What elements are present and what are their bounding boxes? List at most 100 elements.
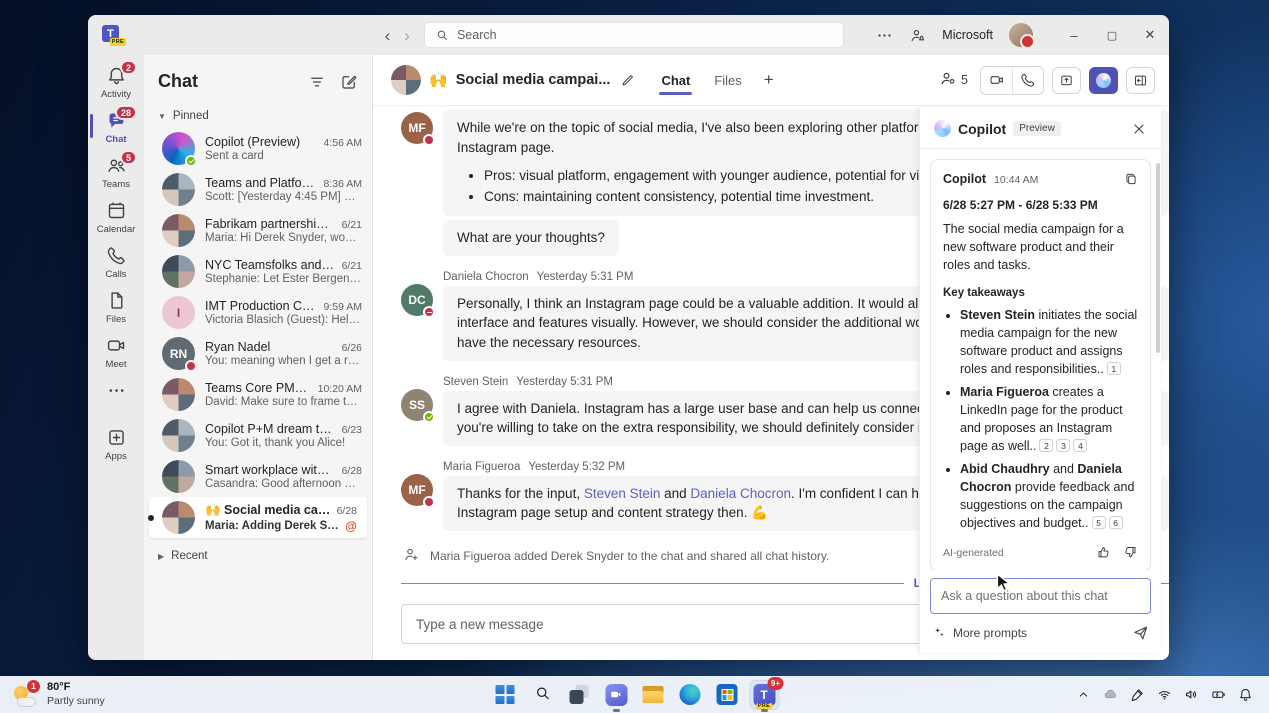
chat-group-avatar[interactable] — [391, 65, 421, 95]
chat-item-title: Teams and Platform ... — [205, 176, 317, 190]
chat-list-item[interactable]: 🙌 Social media camp... 6/28 Maria: Addin… — [149, 497, 367, 538]
volume-icon[interactable] — [1183, 687, 1199, 703]
battery-icon[interactable] — [1210, 687, 1226, 703]
chat-list-item[interactable]: Smart workplace with Te... 6/28 Casandra… — [144, 456, 372, 497]
rail-item-teams[interactable]: 5 Teams — [90, 149, 142, 194]
pen-icon[interactable] — [1129, 687, 1145, 703]
copilot-question-input[interactable] — [930, 578, 1151, 614]
recent-section-header[interactable]: ▶ Recent — [144, 538, 372, 568]
members-button[interactable]: 5 — [939, 69, 968, 91]
chat-list-item[interactable]: Copilot (Preview) 4:56 AM Sent a card — [144, 128, 372, 169]
search-input[interactable]: Search — [424, 22, 844, 48]
rail-item-meet[interactable]: Meet — [90, 329, 142, 374]
pinned-section-header[interactable]: ▼ Pinned — [144, 102, 372, 128]
share-screen-button[interactable] — [1052, 67, 1081, 94]
mention-link[interactable]: Steven Stein — [584, 486, 661, 501]
message-author: Daniela Chocron — [443, 271, 529, 283]
weather-widget[interactable]: 1 80°F Partly sunny — [0, 681, 117, 708]
citation-chip[interactable]: 1 — [1107, 362, 1121, 375]
avatar: DC — [401, 284, 433, 316]
presence-busy-icon — [185, 360, 197, 372]
chat-list-item[interactable]: RN Ryan Nadel 6/26 You: meaning when I g… — [144, 333, 372, 374]
mention-link[interactable]: Daniela Chocron — [690, 486, 791, 501]
person-add-icon — [403, 546, 420, 566]
open-panel-button[interactable] — [1126, 67, 1155, 94]
taskbar-teams-work-button[interactable]: TPRE 9+ — [750, 681, 778, 709]
taskbar-file-explorer-button[interactable] — [639, 681, 667, 709]
rail-item-chat[interactable]: 28 Chat — [90, 104, 142, 149]
send-icon[interactable] — [1132, 624, 1149, 641]
chat-list-item[interactable]: Teams Core PMM te... 10:20 AM David: Mak… — [144, 374, 372, 415]
tab-chat[interactable]: Chat — [659, 58, 692, 103]
copilot-title: Copilot — [958, 121, 1006, 137]
chat-item-preview: You: Got it, thank you Alice! — [205, 437, 362, 449]
wifi-icon[interactable] — [1156, 687, 1172, 703]
close-button[interactable]: ✕ — [1131, 15, 1169, 55]
notification-badge: 9+ — [768, 677, 783, 690]
rail-item-more[interactable] — [90, 374, 142, 405]
forward-arrow-icon[interactable]: › — [404, 27, 410, 44]
chat-item-time: 9:59 AM — [323, 301, 362, 313]
bell-icon[interactable] — [1237, 687, 1253, 703]
takeaway-item: Steven Stein initiates the social media … — [960, 307, 1138, 378]
video-call-button[interactable] — [981, 67, 1012, 94]
message-author: Steven Stein — [443, 376, 508, 388]
taskbar-teams-chat-button[interactable] — [602, 681, 630, 709]
close-icon[interactable] — [1131, 121, 1147, 137]
rail-item-calls[interactable]: Calls — [90, 239, 142, 284]
weather-icon: 1 — [12, 682, 40, 708]
rail-item-apps[interactable]: Apps — [90, 421, 142, 466]
chat-list-item[interactable]: Copilot P+M dream team 6/23 You: Got it,… — [144, 415, 372, 456]
takeaways-title: Key takeaways — [943, 287, 1138, 299]
onedrive-icon[interactable] — [1102, 687, 1118, 703]
chat-list-panel: Chat ▼ Pinned Copilot (Preview) — [144, 55, 373, 660]
pencil-icon[interactable] — [620, 73, 635, 88]
copilot-content: Copilot 10:44 AM 6/28 5:27 PM - 6/28 5:3… — [920, 149, 1161, 570]
taskbar-start-button[interactable] — [491, 681, 519, 709]
unread-badge: 28 — [115, 105, 137, 120]
citation-chip[interactable]: 4 — [1073, 439, 1087, 452]
chat-list-item[interactable]: Teams and Platform ... 8:36 AM Scott: [Y… — [144, 169, 372, 210]
taskbar-task-view-button[interactable] — [565, 681, 593, 709]
rail-item-activity[interactable]: 2 Activity — [90, 59, 142, 104]
copy-icon[interactable] — [1124, 172, 1138, 186]
new-chat-icon[interactable] — [340, 73, 358, 91]
person-bell-icon[interactable] — [909, 27, 926, 44]
titlebar-more-icon[interactable] — [876, 27, 893, 44]
chat-item-time: 6/23 — [342, 424, 362, 436]
citation-chip[interactable]: 2 — [1039, 439, 1053, 452]
more-prompts-button[interactable]: More prompts — [953, 626, 1126, 640]
rail-item-files[interactable]: Files — [90, 284, 142, 329]
back-arrow-icon[interactable]: ‹ — [385, 27, 391, 44]
rail-item-label: Files — [106, 314, 126, 325]
citation-chip[interactable]: 5 — [1092, 516, 1106, 529]
avatar: MF — [401, 112, 433, 144]
chat-item-time: 8:36 AM — [323, 178, 362, 190]
chat-list-item[interactable]: Fabrikam partnership co... 6/21 Maria: H… — [144, 210, 372, 251]
citation-chip[interactable]: 3 — [1056, 439, 1070, 452]
user-avatar[interactable] — [1009, 23, 1033, 47]
file-explorer-icon — [643, 686, 664, 703]
thumb-down-icon[interactable] — [1123, 545, 1138, 560]
maximize-button[interactable]: ▢ — [1093, 15, 1131, 55]
chevron-up-icon[interactable] — [1075, 687, 1091, 703]
message-time: Yesterday 5:31 PM — [516, 376, 613, 388]
tab-files[interactable]: Files — [712, 58, 743, 103]
teams-chat-icon — [605, 684, 627, 706]
taskbar-store-button[interactable] — [713, 681, 741, 709]
summary-date-range: 6/28 5:27 PM - 6/28 5:33 PM — [943, 198, 1138, 212]
taskbar-search-button[interactable] — [528, 681, 556, 709]
minimize-button[interactable]: – — [1055, 15, 1093, 55]
rail-item-calendar[interactable]: Calendar — [90, 194, 142, 239]
thumb-up-icon[interactable] — [1096, 545, 1111, 560]
copilot-scrollbar[interactable] — [1156, 163, 1160, 353]
chat-list-item[interactable]: NYC Teamsfolks and Alli... 6/21 Stephani… — [144, 251, 372, 292]
citation-chip[interactable]: 6 — [1109, 516, 1123, 529]
audio-call-button[interactable] — [1012, 67, 1043, 94]
chat-list-item[interactable]: I IMT Production Chat 9:59 AM Victoria B… — [144, 292, 372, 333]
taskbar-edge-button[interactable] — [676, 681, 704, 709]
presence-available-icon — [423, 411, 435, 423]
copilot-button[interactable] — [1089, 67, 1118, 94]
add-tab-icon[interactable]: + — [764, 70, 774, 90]
filter-icon[interactable] — [308, 73, 326, 91]
